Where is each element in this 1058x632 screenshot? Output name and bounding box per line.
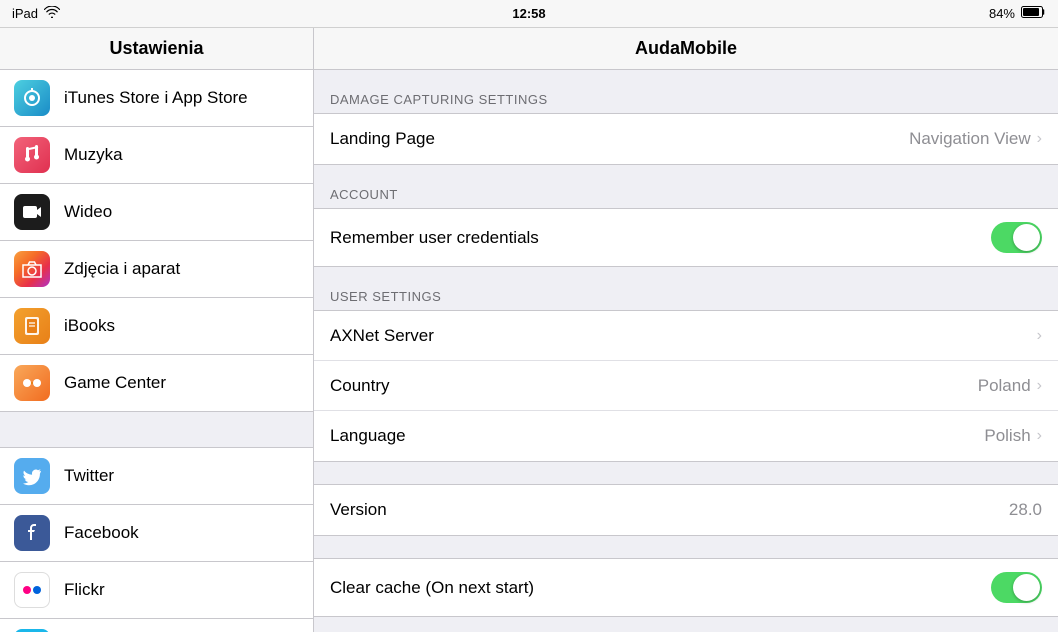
wifi-icon (44, 6, 60, 21)
zdjecia-icon (14, 251, 50, 287)
main-layout: Ustawienia iTunes Store i App Store Muzy… (0, 28, 1058, 632)
damage-section: DAMAGE CAPTURING SETTINGS Landing Page N… (314, 92, 1058, 165)
clear-cache-label: Clear cache (On next start) (330, 578, 534, 598)
language-label: Language (330, 426, 406, 446)
facebook-label: Facebook (64, 523, 139, 543)
sidebar-list: iTunes Store i App Store Muzyka Wideo (0, 70, 313, 632)
facebook-icon (14, 515, 50, 551)
sidebar-item-zdjecia[interactable]: Zdjęcia i aparat (0, 241, 313, 298)
flickr-icon (14, 572, 50, 608)
status-bar: iPad 12:58 84% (0, 0, 1058, 28)
sidebar-item-vimeo[interactable]: Vimeo (0, 619, 313, 632)
ibooks-label: iBooks (64, 316, 115, 336)
wideo-label: Wideo (64, 202, 112, 222)
country-label: Country (330, 376, 390, 396)
sidebar-item-wideo[interactable]: Wideo (0, 184, 313, 241)
language-value-text: Polish (984, 426, 1030, 446)
language-right: Polish › (984, 426, 1042, 446)
remember-credentials-row: Remember user credentials (314, 209, 1058, 266)
content-title: AudaMobile (314, 28, 1058, 70)
axnet-server-row[interactable]: AXNet Server › (314, 311, 1058, 361)
status-time: 12:58 (512, 6, 545, 21)
zdjecia-label: Zdjęcia i aparat (64, 259, 180, 279)
language-chevron: › (1037, 427, 1042, 445)
sidebar-item-facebook[interactable]: Facebook (0, 505, 313, 562)
sidebar-item-gamecenter[interactable]: Game Center (0, 355, 313, 412)
version-row: Version 28.0 (314, 485, 1058, 535)
country-chevron: › (1037, 377, 1042, 395)
sidebar: Ustawienia iTunes Store i App Store Muzy… (0, 28, 314, 632)
country-right: Poland › (978, 376, 1042, 396)
status-left: iPad (12, 6, 60, 21)
status-right: 84% (989, 6, 1046, 21)
landing-page-value-text: Navigation View (909, 129, 1031, 149)
remember-credentials-toggle[interactable] (991, 222, 1042, 253)
damage-section-body: Landing Page Navigation View › (314, 113, 1058, 165)
ibooks-icon (14, 308, 50, 344)
gamecenter-label: Game Center (64, 373, 166, 393)
user-settings-section-title: USER SETTINGS (314, 289, 1058, 310)
flickr-label: Flickr (64, 580, 105, 600)
sidebar-item-ibooks[interactable]: iBooks (0, 298, 313, 355)
toggle-knob (1013, 224, 1040, 251)
remember-credentials-label: Remember user credentials (330, 228, 539, 248)
wideo-icon (14, 194, 50, 230)
battery-label: 84% (989, 6, 1015, 21)
cache-section-body: Clear cache (On next start) (314, 558, 1058, 617)
content-panel: AudaMobile DAMAGE CAPTURING SETTINGS Lan… (314, 28, 1058, 632)
cache-section: Clear cache (On next start) (314, 558, 1058, 617)
sidebar-item-itunes[interactable]: iTunes Store i App Store (0, 70, 313, 127)
user-settings-section-body: AXNet Server › Country Poland › Language (314, 310, 1058, 462)
account-section: ACCOUNT Remember user credentials (314, 187, 1058, 267)
account-section-body: Remember user credentials (314, 208, 1058, 267)
muzyka-icon (14, 137, 50, 173)
itunes-icon (14, 80, 50, 116)
language-row[interactable]: Language Polish › (314, 411, 1058, 461)
account-section-title: ACCOUNT (314, 187, 1058, 208)
sidebar-divider (0, 412, 313, 448)
twitter-label: Twitter (64, 466, 114, 486)
sidebar-item-twitter[interactable]: Twitter (0, 448, 313, 505)
ipad-label: iPad (12, 6, 38, 21)
version-value-text: 28.0 (1009, 500, 1042, 520)
country-row[interactable]: Country Poland › (314, 361, 1058, 411)
version-section: Version 28.0 (314, 484, 1058, 536)
user-settings-section: USER SETTINGS AXNet Server › Country Pol… (314, 289, 1058, 462)
version-right: 28.0 (1009, 500, 1042, 520)
country-value-text: Poland (978, 376, 1031, 396)
version-section-body: Version 28.0 (314, 484, 1058, 536)
itunes-label: iTunes Store i App Store (64, 88, 248, 108)
landing-page-chevron: › (1037, 130, 1042, 148)
axnet-server-right: › (1037, 327, 1042, 345)
damage-section-title: DAMAGE CAPTURING SETTINGS (314, 92, 1058, 113)
gamecenter-icon (14, 365, 50, 401)
twitter-icon (14, 458, 50, 494)
clear-cache-toggle[interactable] (991, 572, 1042, 603)
sidebar-item-flickr[interactable]: Flickr (0, 562, 313, 619)
clear-cache-row: Clear cache (On next start) (314, 559, 1058, 616)
battery-icon (1021, 6, 1046, 21)
landing-page-label: Landing Page (330, 129, 435, 149)
axnet-server-chevron: › (1037, 327, 1042, 345)
muzyka-label: Muzyka (64, 145, 123, 165)
landing-page-row[interactable]: Landing Page Navigation View › (314, 114, 1058, 164)
sidebar-title: Ustawienia (0, 28, 313, 70)
axnet-server-label: AXNet Server (330, 326, 434, 346)
landing-page-value: Navigation View › (909, 129, 1042, 149)
clear-cache-toggle-knob (1013, 574, 1040, 601)
version-label: Version (330, 500, 387, 520)
sidebar-item-muzyka[interactable]: Muzyka (0, 127, 313, 184)
